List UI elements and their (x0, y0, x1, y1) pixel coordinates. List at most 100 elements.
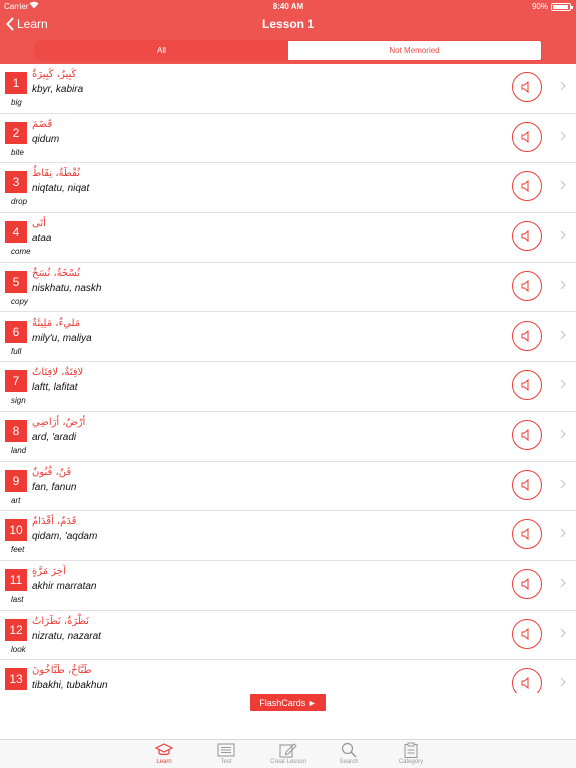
speaker-icon (521, 478, 529, 491)
play-sound-button[interactable] (512, 221, 542, 252)
page-title: Lesson 1 (261, 17, 315, 31)
status-time: 8:40 AM (272, 2, 304, 11)
play-sound-button[interactable] (512, 519, 542, 550)
chevron-right-icon (560, 479, 566, 489)
tab-search[interactable]: Search (319, 742, 379, 768)
word-meaning: drop (11, 197, 28, 207)
word-number-badge: 5 (5, 270, 27, 293)
word-row[interactable]: 2 قَضَمَ qidum bite (0, 114, 576, 164)
chevron-right-icon (560, 230, 566, 240)
play-sound-button[interactable] (512, 618, 542, 649)
header: Carrier 8:40 AM 90% Learn Lesson 1 All N… (0, 0, 576, 64)
tab-test-label: Test (220, 759, 232, 765)
word-number-badge: 8 (5, 419, 27, 442)
speaker-icon (521, 528, 529, 541)
word-number-badge: 12 (5, 618, 27, 641)
word-number-badge: 13 (5, 668, 27, 691)
word-list[interactable]: 1 كَبِيرٌ، كَبِيرَةٌ kbyr, kabira big 2 قَضَم… (0, 64, 576, 693)
word-arabic: قَدَمٌ، أقْدَامٌ (32, 516, 77, 528)
chevron-right-icon (560, 280, 566, 290)
word-row[interactable]: 9 فَنٌ، فُنُونٌ fan, fanun art (0, 462, 576, 512)
chevron-right-icon (560, 180, 566, 190)
tab-category[interactable]: Category (381, 742, 441, 768)
play-sound-button[interactable] (512, 72, 542, 102)
word-number-badge: 3 (5, 171, 27, 194)
word-meaning: look (11, 644, 26, 654)
play-sound-button[interactable] (512, 419, 542, 450)
battery-icon (551, 3, 573, 11)
word-number-badge: 4 (5, 221, 27, 244)
word-meaning: sign (11, 396, 26, 406)
word-row[interactable]: 11 آخِرَ مَرَّةٍ akhir marratan last (0, 561, 576, 611)
word-number-badge: 7 (5, 370, 27, 393)
word-arabic: نَظْرَةٌ، نَظَرَاتٌ (32, 615, 89, 627)
pencil-icon (279, 742, 297, 758)
word-number-badge: 1 (5, 72, 27, 94)
speaker-icon (521, 230, 529, 243)
segment-not-memoried[interactable]: Not Memoried (288, 41, 541, 60)
word-row[interactable]: 8 أرْضٌ، أرَاضِي ard, 'aradi land (0, 412, 576, 462)
play-sound-button[interactable] (512, 370, 542, 401)
word-number-badge: 9 (5, 469, 27, 492)
word-arabic: مَليءٌ، مَلِيئَةٌ (32, 317, 81, 329)
chevron-right-icon (560, 578, 566, 588)
word-arabic: طَبَّاخٌ، طَبَّاخُونَ (32, 665, 92, 677)
tab-category-label: Category (398, 759, 424, 765)
play-sound-button[interactable] (512, 320, 542, 351)
word-meaning: land (11, 445, 27, 455)
word-transliteration: nizratu, nazarat (32, 630, 101, 642)
speaker-icon (521, 130, 529, 143)
tab-learn-label: Learn (156, 759, 172, 765)
word-transliteration: tibakhi, tubakhun (32, 680, 108, 692)
chevron-right-icon (560, 628, 566, 638)
play-sound-button[interactable] (512, 270, 542, 301)
segment-all[interactable]: All (35, 41, 288, 60)
word-meaning: bite (11, 147, 24, 157)
speaker-icon (521, 379, 529, 392)
word-row[interactable]: 12 نَظْرَةٌ، نَظَرَاتٌ nizratu, nazarat loo… (0, 611, 576, 661)
play-sound-button[interactable] (512, 668, 542, 693)
chevron-right-icon (560, 677, 566, 687)
word-row[interactable]: 4 أتَى ataa come (0, 213, 576, 263)
word-transliteration: qidam, 'aqdam (32, 531, 98, 543)
chevron-right-icon (560, 528, 566, 538)
play-sound-button[interactable] (512, 469, 542, 500)
word-meaning: come (11, 247, 31, 257)
tab-creat-lesson-label: Creat Lesson (270, 759, 306, 765)
word-arabic: لافِتَةٌ، لافِتَاتٌ (32, 367, 84, 379)
tab-test[interactable]: Test (196, 742, 256, 768)
word-row[interactable]: 5 نُسْخَةٌ، نُسَخٌ niskhatu, naskh copy (0, 263, 576, 313)
word-arabic: آخِرَ مَرَّةٍ (32, 566, 66, 577)
chevron-right-icon (560, 131, 566, 141)
segmented-control: All Not Memoried (34, 40, 542, 61)
speaker-icon (521, 329, 529, 342)
speaker-icon (521, 180, 529, 193)
chevron-right-icon (560, 379, 566, 389)
word-row[interactable]: 3 نُقْطَةٌ، نِقَاطٌ niqtatu, niqat drop (0, 163, 576, 214)
play-sound-button[interactable] (512, 569, 542, 599)
speaker-icon (521, 428, 529, 441)
status-battery-percent: 90% (531, 2, 548, 11)
tab-creat-lesson[interactable]: Creat Lesson (258, 742, 318, 768)
word-transliteration: niskhatu, naskh (32, 282, 102, 294)
play-sound-button[interactable] (512, 171, 542, 202)
word-row[interactable]: 7 لافِتَةٌ، لافِتَاتٌ laftt, lafitat sign (0, 362, 576, 412)
word-row[interactable]: 13 طَبَّاخٌ، طَبَّاخُونَ tibakhi, tubakhun (0, 660, 576, 693)
speaker-icon (521, 577, 529, 591)
word-row[interactable]: 6 مَليءٌ، مَلِيئَةٌ mily'u, maliya full (0, 313, 576, 363)
word-row[interactable]: 1 كَبِيرٌ، كَبِيرَةٌ kbyr, kabira big (0, 64, 576, 114)
tab-learn[interactable]: Learn (134, 742, 194, 768)
play-sound-button[interactable] (512, 121, 542, 152)
word-arabic: كَبِيرٌ، كَبِيرَةٌ (32, 69, 77, 80)
flashcards-button[interactable]: FlashCards ► (250, 694, 326, 711)
list-icon (217, 742, 235, 758)
speaker-icon (521, 677, 529, 690)
word-transliteration: ard, 'aradi (32, 431, 77, 443)
word-row[interactable]: 10 قَدَمٌ، أقْدَامٌ qidam, 'aqdam feet (0, 511, 576, 561)
word-meaning: last (11, 595, 24, 604)
tab-bar: Learn Test Creat Lesson Search Category (0, 739, 576, 768)
word-number-badge: 6 (5, 320, 27, 343)
word-arabic: فَنٌ، فُنُونٌ (32, 466, 72, 478)
word-arabic: قَضَمَ (32, 118, 53, 130)
word-transliteration: niqtatu, niqat (32, 183, 90, 195)
